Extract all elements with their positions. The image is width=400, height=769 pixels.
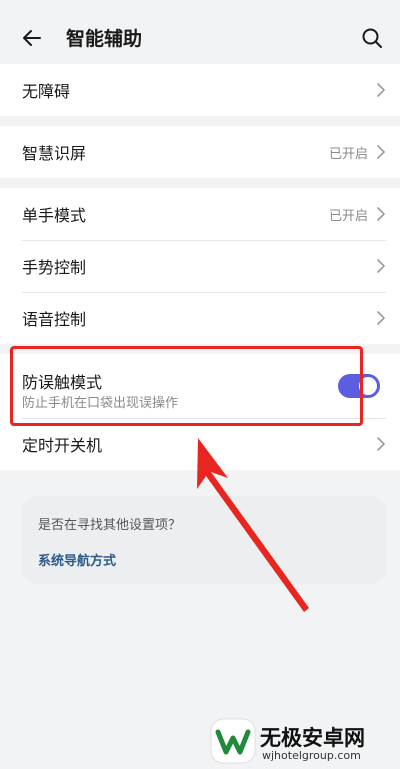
chevron-right-icon <box>377 207 385 221</box>
row-label: 定时开关机 <box>22 436 103 455</box>
row-voice[interactable]: 语音控制 <box>0 292 400 344</box>
watermark-name: 无极安卓网 <box>260 726 365 750</box>
top-bar: 智能辅助 <box>0 0 400 64</box>
status-text: 已开启 <box>328 146 368 162</box>
annotation-highlight-box <box>10 346 363 426</box>
search-icon <box>362 28 382 48</box>
card-accessibility: 无障碍 <box>0 64 400 116</box>
row-label: 手势控制 <box>22 258 87 277</box>
row-label: 语音控制 <box>22 310 87 329</box>
search-button[interactable] <box>354 20 390 56</box>
page-title: 智能辅助 <box>66 28 143 50</box>
status-text: 已开启 <box>328 208 368 224</box>
row-gesture[interactable]: 手势控制 <box>0 240 400 292</box>
row-smart-screen[interactable]: 智慧识屏 已开启 <box>0 126 400 178</box>
arrow-left-icon <box>23 30 41 46</box>
watermark-logo-icon <box>210 718 256 764</box>
suggestion-card: 是否在寻找其他设置项？ 系统导航方式 <box>22 496 386 584</box>
suggestion-question: 是否在寻找其他设置项？ <box>38 518 182 533</box>
chevron-right-icon <box>377 145 385 159</box>
row-accessibility[interactable]: 无障碍 <box>0 64 400 116</box>
chevron-right-icon <box>377 259 385 273</box>
row-one-hand[interactable]: 单手模式 已开启 <box>0 188 400 240</box>
back-button[interactable] <box>14 20 50 56</box>
watermark: 无极安卓网 wjhotelgroup.com <box>210 718 400 768</box>
row-label: 单手模式 <box>22 206 87 225</box>
chevron-right-icon <box>377 83 385 97</box>
suggestion-link-system-navigation[interactable]: 系统导航方式 <box>38 550 116 569</box>
watermark-url: wjhotelgroup.com <box>262 749 361 762</box>
row-label: 无障碍 <box>22 82 71 101</box>
card-controls: 单手模式 已开启 手势控制 语音控制 <box>0 188 400 344</box>
chevron-right-icon <box>377 311 385 325</box>
row-label: 智慧识屏 <box>22 144 87 163</box>
chevron-right-icon <box>377 437 385 451</box>
card-smart-screen: 智慧识屏 已开启 <box>0 126 400 178</box>
